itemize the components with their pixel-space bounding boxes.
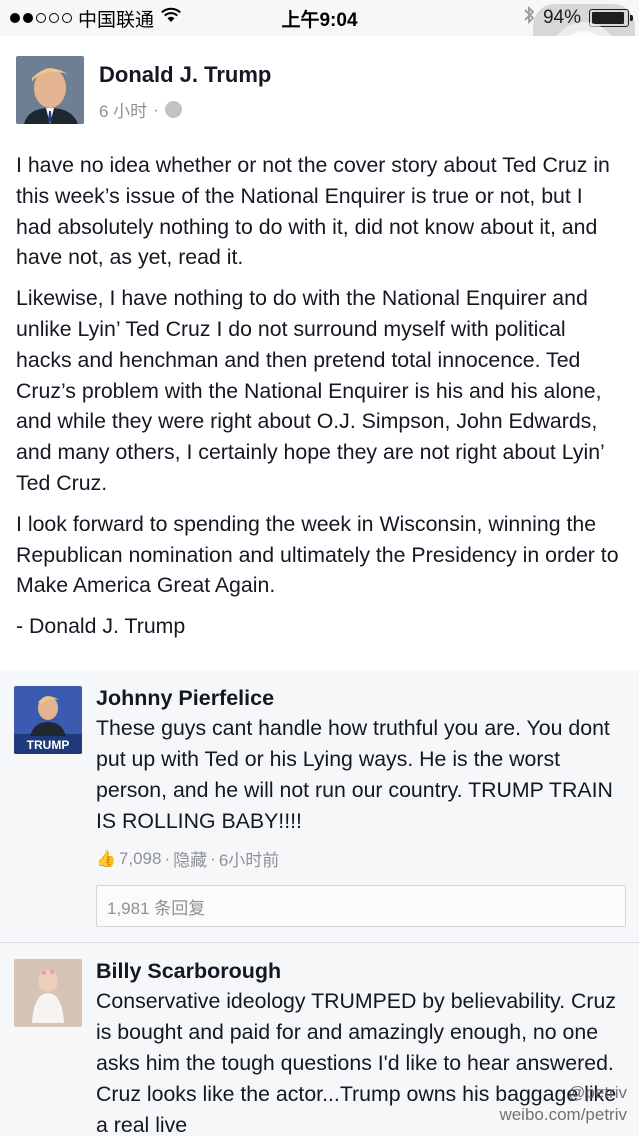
post-paragraph: I look forward to spending the week in W… xyxy=(16,511,619,598)
author-avatar[interactable] xyxy=(16,56,84,124)
post-paragraph: Likewise, I have nothing to do with the … xyxy=(16,286,604,495)
commenter-avatar[interactable] xyxy=(14,959,82,1027)
comment: TRUMP Johnny Pierfelice These guys cant … xyxy=(0,670,639,927)
carrier-label: 中国联通 xyxy=(78,9,155,31)
watermark-url: weibo.com/petriv xyxy=(499,1105,627,1124)
view-replies-button[interactable]: 1,981 条回复 xyxy=(96,885,626,927)
clock: 上午9:04 xyxy=(281,9,358,31)
post-signature: - Donald J. Trump xyxy=(16,614,186,639)
thumbs-up-icon[interactable]: 👍 xyxy=(96,849,116,869)
avatar-caption: TRUMP xyxy=(27,738,70,752)
signal-strength-icon xyxy=(10,13,72,23)
commenter-name[interactable]: Billy Scarborough xyxy=(96,959,625,984)
post-time[interactable]: 6 小时 xyxy=(99,97,147,122)
comments-section: TRUMP Johnny Pierfelice These guys cant … xyxy=(0,670,639,1136)
hide-link[interactable]: 隐藏 xyxy=(173,846,207,871)
post-card: Donald J. Trump 6 小时 · I have no idea wh… xyxy=(0,36,639,670)
like-count[interactable]: 7,098 xyxy=(119,849,162,869)
comment-time: 6小时前 xyxy=(218,851,280,870)
author-name[interactable]: Donald J. Trump xyxy=(99,62,271,88)
post-paragraph: I have no idea whether or not the cover … xyxy=(16,153,610,270)
watermark: @petriv weibo.com/petriv xyxy=(499,1082,627,1126)
commenter-name[interactable]: Johnny Pierfelice xyxy=(96,686,626,711)
comment-text: These guys cant handle how truthful you … xyxy=(96,716,613,833)
commenter-avatar[interactable]: TRUMP xyxy=(14,686,82,754)
wifi-icon xyxy=(160,7,182,29)
replies-count: 1,981 条回复 xyxy=(107,898,206,918)
watermark-handle: @petriv xyxy=(568,1083,627,1102)
globe-icon xyxy=(164,101,182,118)
post-body: I have no idea whether or not the cover … xyxy=(16,150,621,642)
